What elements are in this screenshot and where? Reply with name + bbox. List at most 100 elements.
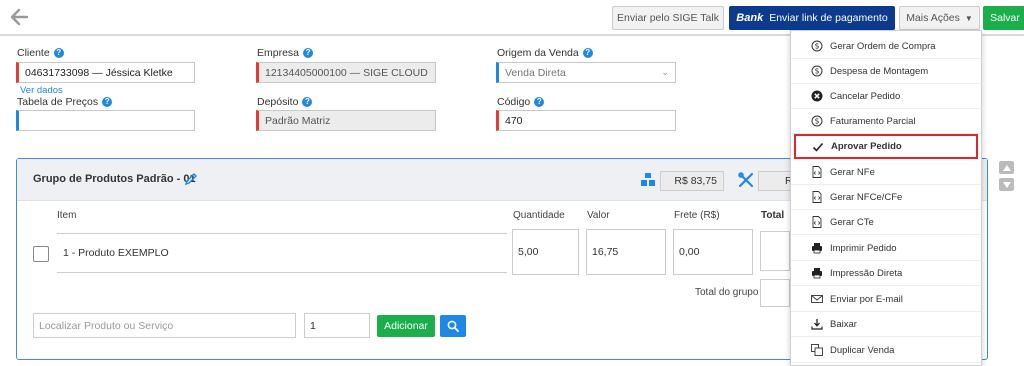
valor-field[interactable]: 16,75	[586, 229, 666, 275]
more-actions-button[interactable]: Mais Ações ▼	[899, 6, 980, 30]
menu-item-label: Cancelar Pedido	[830, 90, 901, 102]
menu-item-label: Imprimir Pedido	[830, 242, 897, 254]
product-search-input[interactable]: Localizar Produto ou Serviço	[33, 313, 296, 338]
menu-item-enviar-email[interactable]: Enviar por E-mail	[791, 287, 981, 312]
menu-item-baixar[interactable]: Baixar	[791, 312, 981, 337]
menu-item-gerar-nfce[interactable]: Gerar NFCe/CFe	[791, 185, 981, 210]
search-button[interactable]	[440, 315, 466, 337]
menu-item-impressao-direta[interactable]: Impressão Direta	[791, 261, 981, 286]
row-checkbox[interactable]	[33, 246, 49, 262]
save-label: Salvar	[990, 12, 1020, 24]
code-file-icon	[811, 191, 823, 203]
cancel-circle-icon	[811, 90, 823, 102]
menu-item-label: Aprovar Pedido	[831, 141, 902, 152]
origem-select[interactable]: Venda Direta ⌄	[496, 62, 676, 83]
help-icon[interactable]: ?	[302, 97, 313, 107]
deposito-label-text: Depósito	[257, 96, 299, 108]
quantidade-value: 5,00	[518, 246, 539, 258]
code-file-icon	[811, 166, 823, 178]
send-sige-talk-button[interactable]: Enviar pelo SIGE Talk	[612, 6, 724, 30]
envelope-icon	[811, 293, 823, 305]
dollar-circle-icon: $	[811, 115, 823, 127]
triangle-down-icon	[1002, 181, 1011, 188]
total-grupo-label: Total do grupo	[695, 287, 759, 298]
save-button[interactable]: Salvar	[983, 6, 1024, 30]
total-grupo-field	[760, 279, 790, 307]
send-payment-link-label: Enviar link de pagamento	[769, 12, 888, 24]
menu-item-label: Gerar CTe	[830, 216, 874, 228]
scroll-down-button[interactable]	[999, 178, 1014, 191]
send-sige-talk-label: Enviar pelo SIGE Talk	[617, 12, 719, 24]
back-arrow-icon[interactable]	[8, 6, 30, 28]
bank-logo: Bank	[736, 12, 764, 24]
menu-item-label: Despesa de Montagem	[830, 65, 929, 77]
frete-field[interactable]: 0,00	[673, 229, 753, 275]
empresa-label-text: Empresa	[257, 47, 300, 59]
item-name-cell[interactable]: 1 - Produto EXEMPLO	[57, 233, 507, 273]
deposito-field[interactable]: Padrão Matriz	[256, 110, 436, 131]
pencil-icon[interactable]	[184, 172, 198, 186]
help-icon[interactable]: ?	[582, 48, 593, 58]
qty-value: 1	[310, 319, 316, 332]
frete-value: 0,00	[679, 246, 700, 258]
code-file-icon	[811, 216, 823, 228]
duplicate-icon	[811, 344, 823, 356]
menu-item-faturamento-parcial[interactable]: $ Faturamento Parcial	[791, 109, 981, 134]
menu-item-label: Impressão Direta	[830, 267, 903, 279]
svg-text:$: $	[815, 67, 820, 76]
menu-item-duplicar-venda[interactable]: Duplicar Venda	[791, 338, 981, 363]
valor-value: 16,75	[592, 246, 619, 258]
empresa-value: 12134405000100 — SIGE CLOUD	[265, 66, 428, 79]
scroll-up-button[interactable]	[999, 161, 1014, 174]
printer-icon	[811, 242, 823, 254]
tools-icon	[738, 172, 754, 188]
menu-item-aprovar-pedido[interactable]: Aprovar Pedido	[794, 134, 978, 159]
ver-dados-link[interactable]: Ver dados	[20, 85, 63, 96]
col-total: Total	[761, 210, 785, 221]
product-search-placeholder: Localizar Produto ou Serviço	[39, 319, 174, 332]
menu-item-label: Gerar NFe	[830, 166, 875, 178]
more-actions-label: Mais Ações	[906, 12, 960, 24]
col-frete: Frete (R$)	[674, 210, 720, 221]
deposito-label: Depósito?	[257, 96, 313, 108]
help-icon[interactable]: ?	[53, 48, 64, 58]
send-payment-link-button[interactable]: Bank Enviar link de pagamento	[729, 6, 895, 30]
menu-item-imprimir-pedido[interactable]: Imprimir Pedido	[791, 236, 981, 261]
svg-text:$: $	[815, 117, 820, 126]
menu-item-cancelar-pedido[interactable]: Cancelar Pedido	[791, 84, 981, 109]
download-icon	[811, 318, 823, 330]
cliente-field[interactable]: 04631733098 — Jéssica Kletke	[16, 62, 195, 83]
tabela-field[interactable]	[16, 110, 195, 131]
add-product-button[interactable]: Adicionar	[377, 315, 435, 337]
qty-input[interactable]: 1	[304, 313, 370, 338]
add-product-label: Adicionar	[384, 320, 428, 332]
group-title: Grupo de Produtos Padrão - 01	[33, 173, 196, 185]
origem-label: Origem da Venda?	[497, 47, 593, 59]
help-icon[interactable]: ?	[303, 48, 314, 58]
empresa-field[interactable]: 12134405000100 — SIGE CLOUD	[256, 62, 436, 83]
dollar-circle-icon: $	[811, 40, 823, 52]
dollar-circle-icon: $	[811, 65, 823, 77]
menu-item-label: Duplicar Venda	[830, 344, 895, 356]
cliente-label-text: Cliente	[17, 47, 50, 59]
cliente-value: 04631733098 — Jéssica Kletke	[25, 66, 173, 79]
codigo-field[interactable]: 470	[496, 110, 676, 131]
origem-value: Venda Direta	[505, 66, 566, 79]
deposito-value: Padrão Matriz	[265, 114, 331, 127]
help-icon[interactable]: ?	[102, 97, 113, 107]
menu-item-gerar-ordem-compra[interactable]: $ Gerar Ordem de Compra	[791, 34, 981, 59]
chevron-down-icon: ⌄	[661, 67, 669, 77]
col-quantidade: Quantidade	[513, 210, 565, 221]
item-name: 1 - Produto EXEMPLO	[63, 247, 169, 259]
quantidade-field[interactable]: 5,00	[512, 229, 579, 275]
menu-item-gerar-nfe[interactable]: Gerar NFe	[791, 160, 981, 185]
menu-item-despesa-montagem[interactable]: $ Despesa de Montagem	[791, 59, 981, 84]
search-icon	[447, 320, 459, 332]
codigo-label: Código?	[497, 96, 545, 108]
more-actions-menu: $ Gerar Ordem de Compra $ Despesa de Mon…	[790, 30, 982, 366]
menu-item-label: Gerar NFCe/CFe	[830, 191, 903, 203]
svg-text:$: $	[815, 42, 820, 51]
help-icon[interactable]: ?	[534, 97, 545, 107]
menu-item-gerar-cte[interactable]: Gerar CTe	[791, 210, 981, 235]
triangle-up-icon	[1002, 164, 1011, 171]
